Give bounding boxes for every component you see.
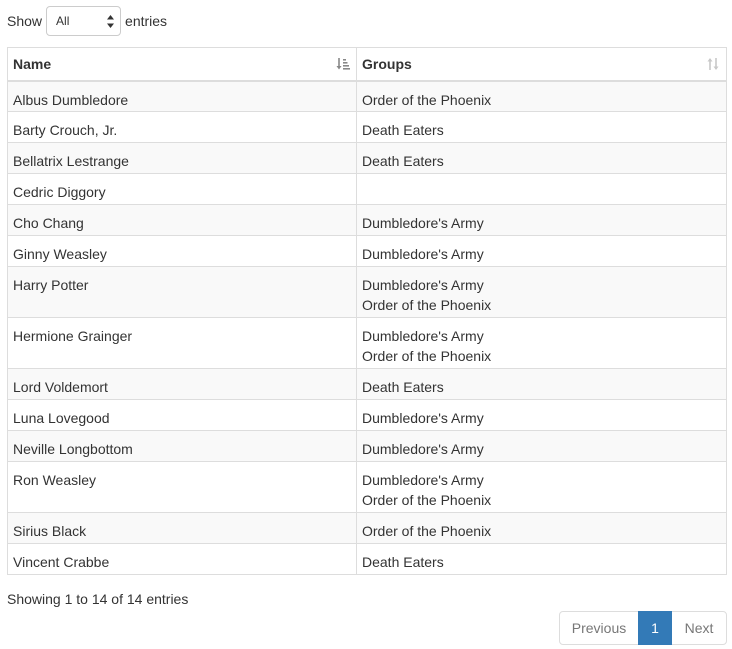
table-row: Albus Dumbledore Order of the Phoenix bbox=[7, 80, 727, 112]
group-label: Order of the Phoenix bbox=[362, 523, 492, 539]
page-1-button[interactable]: 1 bbox=[638, 611, 672, 645]
cell-name: Cedric Diggory bbox=[7, 173, 357, 205]
cell-name: Ginny Weasley bbox=[7, 235, 357, 267]
cell-name: Luna Lovegood bbox=[7, 399, 357, 431]
group-label: Dumbledore's Army bbox=[362, 328, 484, 344]
group-label: Dumbledore's Army bbox=[362, 246, 484, 262]
cell-groups: Death Eaters bbox=[356, 142, 727, 174]
cell-groups: Dumbledore's Army bbox=[356, 204, 727, 236]
previous-button[interactable]: Previous bbox=[559, 611, 639, 645]
entries-label: entries bbox=[125, 13, 168, 29]
column-header-groups-label: Groups bbox=[362, 56, 412, 72]
cell-groups: Death Eaters bbox=[356, 368, 727, 400]
group-label: Death Eaters bbox=[362, 122, 444, 138]
cell-groups: Dumbledore's Army Order of the Phoenix bbox=[356, 461, 727, 513]
cell-name: Vincent Crabbe bbox=[7, 543, 357, 575]
group-label: Death Eaters bbox=[362, 554, 444, 570]
entries-select[interactable]: All bbox=[46, 6, 122, 36]
cell-groups: Dumbledore's Army bbox=[356, 430, 727, 462]
cell-name: Sirius Black bbox=[7, 512, 357, 544]
length-menu: Show All entries bbox=[7, 6, 167, 36]
header-row: Name Groups bbox=[7, 47, 727, 82]
cell-groups: Dumbledore's Army Order of the Phoenix bbox=[356, 266, 727, 318]
cell-groups: Order of the Phoenix bbox=[356, 80, 727, 112]
cell-name: Lord Voldemort bbox=[7, 368, 357, 400]
cell-groups: Dumbledore's Army Order of the Phoenix bbox=[356, 317, 727, 369]
cell-name: Harry Potter bbox=[7, 266, 357, 318]
column-header-name-label: Name bbox=[13, 56, 52, 72]
table-row: Bellatrix Lestrange Death Eaters bbox=[7, 142, 727, 174]
cell-groups: Death Eaters bbox=[356, 543, 727, 575]
table-row: Barty Crouch, Jr. Death Eaters bbox=[7, 111, 727, 143]
group-label: Death Eaters bbox=[362, 153, 444, 169]
entries-select-value: All bbox=[56, 14, 70, 28]
group-label: Dumbledore's Army bbox=[362, 472, 484, 488]
table-row: Vincent Crabbe Death Eaters bbox=[7, 543, 727, 575]
group-label: Order of the Phoenix bbox=[362, 348, 492, 364]
table-row: Lord Voldemort Death Eaters bbox=[7, 368, 727, 400]
table-row: Luna Lovegood Dumbledore's Army bbox=[7, 399, 727, 431]
group-label: Order of the Phoenix bbox=[362, 91, 492, 108]
group-label: Dumbledore's Army bbox=[362, 410, 484, 426]
table-row: Ron Weasley Dumbledore's Army Order of the… bbox=[7, 461, 727, 513]
cell-name: Albus Dumbledore bbox=[7, 80, 357, 112]
table-row: Harry Potter Dumbledore's Army Order of th… bbox=[7, 266, 727, 318]
group-label: Dumbledore's Army bbox=[362, 215, 484, 231]
data-table: Name Groups Albus Dumbledore Order of th… bbox=[7, 47, 727, 575]
table-row: Cho Chang Dumbledore's Army bbox=[7, 204, 727, 236]
table-row: Neville Longbottom Dumbledore's Army bbox=[7, 430, 727, 462]
column-header-groups[interactable]: Groups bbox=[356, 47, 727, 82]
cell-name: Ron Weasley bbox=[7, 461, 357, 513]
table-row: Hermione Grainger Dumbledore's Army Order … bbox=[7, 317, 727, 369]
group-label: Death Eaters bbox=[362, 379, 444, 395]
cell-groups bbox=[356, 173, 727, 205]
cell-name: Barty Crouch, Jr. bbox=[7, 111, 357, 143]
show-label: Show bbox=[7, 13, 43, 29]
cell-name: Cho Chang bbox=[7, 204, 357, 236]
sort-ascending-icon bbox=[336, 58, 350, 70]
cell-name: Neville Longbottom bbox=[7, 430, 357, 462]
table-row: Sirius Black Order of the Phoenix bbox=[7, 512, 727, 544]
column-header-name[interactable]: Name bbox=[7, 47, 357, 82]
next-button[interactable]: Next bbox=[671, 611, 727, 645]
cell-name: Hermione Grainger bbox=[7, 317, 357, 369]
cell-name: Bellatrix Lestrange bbox=[7, 142, 357, 174]
table-row: Cedric Diggory bbox=[7, 173, 727, 205]
group-label: Order of the Phoenix bbox=[362, 492, 492, 508]
sort-both-icon bbox=[707, 58, 719, 70]
cell-groups: Order of the Phoenix bbox=[356, 512, 727, 544]
group-label: Dumbledore's Army bbox=[362, 441, 484, 457]
cell-groups: Dumbledore's Army bbox=[356, 235, 727, 267]
table-body: Albus Dumbledore Order of the Phoenix Bart… bbox=[7, 80, 727, 575]
table-info: Showing 1 to 14 of 14 entries bbox=[7, 591, 189, 607]
cell-groups: Death Eaters bbox=[356, 111, 727, 143]
group-label: Order of the Phoenix bbox=[362, 297, 492, 313]
group-label: Dumbledore's Army bbox=[362, 277, 484, 293]
cell-groups: Dumbledore's Army bbox=[356, 399, 727, 431]
select-arrows-icon bbox=[107, 15, 115, 28]
table-row: Ginny Weasley Dumbledore's Army bbox=[7, 235, 727, 267]
pagination: Previous 1 Next bbox=[559, 611, 727, 645]
